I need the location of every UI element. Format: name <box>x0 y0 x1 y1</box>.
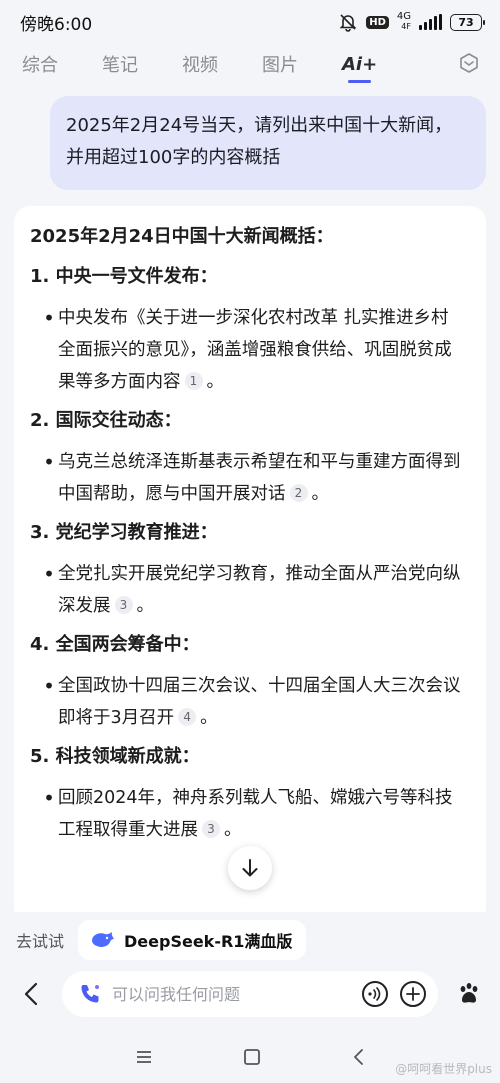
baidu-paw-button[interactable] <box>438 966 500 1022</box>
phone-call-icon[interactable] <box>78 982 102 1006</box>
news-heading: 3. 党纪学习教育推进： <box>30 522 218 543</box>
search-tabs: 综合 笔记 视频 图片 Ai+ <box>0 44 500 84</box>
voice-button[interactable] <box>362 981 388 1007</box>
ai-answer-card: 2025年2月24日中国十大新闻概括： 1. 中央一号文件发布： • 中央发布《… <box>14 206 486 926</box>
battery-icon: 73 <box>450 13 485 31</box>
bullet-icon: • <box>43 674 55 698</box>
nav-back-icon[interactable] <box>351 1048 365 1066</box>
network-label: 4G 4F <box>397 12 411 32</box>
sentence-end: 。 <box>200 708 218 728</box>
bullet-icon: • <box>43 450 55 474</box>
menu-icon[interactable] <box>135 1049 153 1065</box>
sound-wave-icon <box>368 987 381 1001</box>
tab-videos[interactable]: 视频 <box>182 51 218 77</box>
try-label: 去试试 <box>16 932 65 951</box>
status-bar: 傍晚6:00 HD 4G 4F 73 <box>0 0 500 44</box>
news-heading: 4. 全国两会筹备中： <box>30 634 200 655</box>
news-item: • 回顾2024年，神舟系列载人飞船、嫦娥六号等科技工程取得重大进展 3。 <box>30 782 470 846</box>
status-time: 傍晚6:00 <box>20 14 93 35</box>
news-heading: 5. 科技领域新成就： <box>30 746 200 767</box>
baidu-paw-icon <box>460 983 478 1003</box>
scroll-down-button[interactable] <box>228 846 272 890</box>
chevron-left-icon <box>24 982 38 1006</box>
arrow-down-icon <box>242 859 258 877</box>
bullet-icon: • <box>43 786 55 810</box>
news-text: 全国政协十四届三次会议、十四届全国人大三次会议即将于3月召开 <box>58 676 461 728</box>
signal-icon <box>419 14 442 30</box>
sentence-end: 。 <box>224 820 242 840</box>
deepseek-chip-label: DeepSeek-R1满血版 <box>124 932 293 951</box>
watermark: @呵呵看世界plus <box>395 1062 492 1076</box>
citation-badge[interactable]: 1 <box>184 372 203 390</box>
sentence-end: 。 <box>311 484 330 504</box>
try-row: 去试试 DeepSeek-R1满血版 <box>0 912 500 968</box>
news-text-wrap: 全党扎实开展党纪学习教育，推动全面从严治党向纵深发展 3。 <box>58 558 470 622</box>
news-text-wrap: 乌克兰总统泽连斯基表示希望在和平与重建方面得到中国帮助，愿与中国开展对话 2。 <box>58 446 470 510</box>
news-item: • 乌克兰总统泽连斯基表示希望在和平与重建方面得到中国帮助，愿与中国开展对话 2。 <box>30 446 470 510</box>
news-text: 回顾2024年，神舟系列载人飞船、嫦娥六号等科技工程取得重大进展 <box>58 788 453 840</box>
battery-level: 73 <box>458 15 474 29</box>
citation-badge[interactable]: 3 <box>114 596 133 614</box>
news-text: 乌克兰总统泽连斯基表示希望在和平与重建方面得到中国帮助，愿与中国开展对话 <box>58 452 461 504</box>
search-input[interactable] <box>112 984 350 1004</box>
back-button[interactable] <box>0 966 62 1022</box>
input-row <box>0 966 500 1022</box>
news-text: 中央发布《关于进一步深化农村改革 扎实推进乡村全面振兴的意见》，涵盖增强粮食供给… <box>58 308 452 392</box>
network-type: 4G <box>396 11 411 22</box>
citation-badge[interactable]: 2 <box>289 484 308 502</box>
answer-title: 2025年2月24日中国十大新闻概括： <box>30 226 334 247</box>
search-input-box[interactable] <box>62 971 438 1017</box>
home-square-icon[interactable] <box>243 1048 261 1066</box>
status-icons: HD 4G 4F 73 <box>338 12 485 32</box>
sentence-end: 。 <box>136 596 155 616</box>
citation-badge[interactable]: 4 <box>178 708 197 726</box>
network-sub: 4F <box>401 22 411 31</box>
deepseek-whale-icon <box>92 932 115 947</box>
cube-icon[interactable] <box>458 52 480 74</box>
citation-badge[interactable]: 3 <box>202 820 220 838</box>
news-text-wrap: 全国政协十四届三次会议、十四届全国人大三次会议即将于3月召开 4。 <box>58 670 470 734</box>
bullet-icon: • <box>43 306 55 330</box>
hd-badge: HD <box>366 15 389 29</box>
news-text-wrap: 中央发布《关于进一步深化农村改革 扎实推进乡村全面振兴的意见》，涵盖增强粮食供给… <box>58 302 470 398</box>
bullet-icon: • <box>43 562 55 586</box>
user-query-text: 2025年2月24号当天，请列出来中国十大新闻，并用超过100字的内容概括 <box>66 115 453 168</box>
bell-muted-icon <box>339 14 357 32</box>
user-query-bubble: 2025年2月24号当天，请列出来中国十大新闻，并用超过100字的内容概括 <box>50 96 486 190</box>
add-button[interactable] <box>400 981 426 1007</box>
tab-images[interactable]: 图片 <box>262 51 298 77</box>
tab-ai-plus[interactable]: Ai+ <box>342 54 377 83</box>
plus-icon <box>406 987 420 1001</box>
sentence-end: 。 <box>206 372 225 392</box>
news-item: • 全党扎实开展党纪学习教育，推动全面从严治党向纵深发展 3。 <box>30 558 470 622</box>
news-heading: 1. 中央一号文件发布： <box>30 266 218 287</box>
news-item: • 全国政协十四届三次会议、十四届全国人大三次会议即将于3月召开 4。 <box>30 670 470 734</box>
news-heading: 2. 国际交往动态： <box>30 410 182 431</box>
tab-general[interactable]: 综合 <box>22 51 58 77</box>
deepseek-chip-button[interactable]: DeepSeek-R1满血版 <box>78 920 307 960</box>
news-text-wrap: 回顾2024年，神舟系列载人飞船、嫦娥六号等科技工程取得重大进展 3。 <box>58 782 470 846</box>
tab-notes[interactable]: 笔记 <box>102 51 138 77</box>
news-item: • 中央发布《关于进一步深化农村改革 扎实推进乡村全面振兴的意见》，涵盖增强粮食… <box>30 302 470 398</box>
